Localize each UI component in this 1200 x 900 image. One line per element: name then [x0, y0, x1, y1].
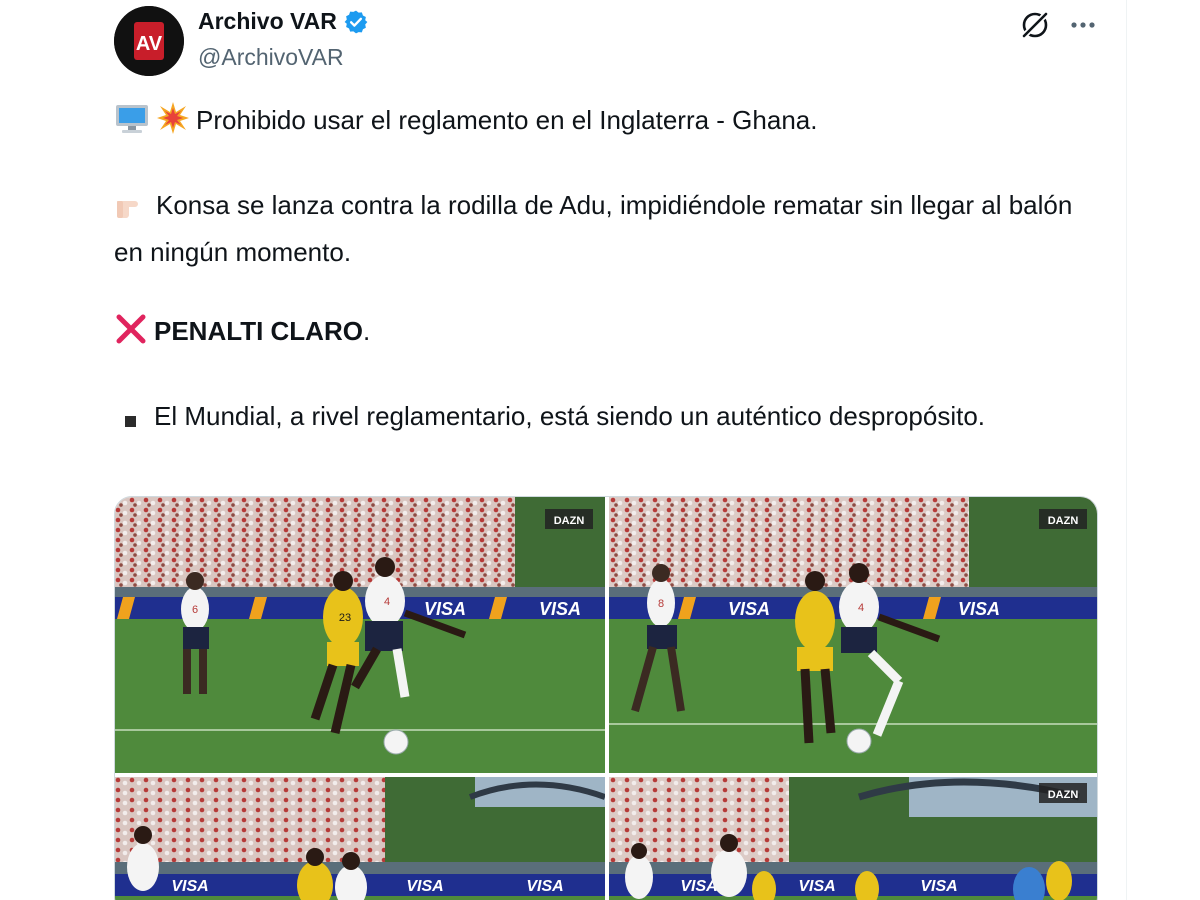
- media-image-2[interactable]: VISA VISA DAZN 8 4: [609, 497, 1097, 773]
- tweet-line-4-text: El Mundial, a rivel reglamentario, está …: [154, 401, 986, 431]
- board-visa-text: VISA: [539, 599, 581, 619]
- board-visa-text: VISA: [728, 599, 770, 619]
- shirt-number: 6: [192, 604, 198, 616]
- shirt-number: 4: [858, 602, 864, 614]
- shirt-number: 8: [658, 598, 664, 610]
- board-visa-text: VISA: [958, 599, 1000, 619]
- tweet-text: Prohibido usar el reglamento en el Ingla…: [114, 100, 1074, 481]
- shirt-number: 23: [339, 612, 351, 624]
- avatar[interactable]: AV: [114, 6, 184, 76]
- board-visa-text: VISA: [526, 878, 563, 895]
- tweet-line-2: Konsa se lanza contra la rodilla de Adu,…: [114, 185, 1074, 273]
- author-handle[interactable]: @ArchivoVAR: [198, 44, 344, 71]
- board-visa-text: VISA: [798, 878, 835, 895]
- broadcaster-logo: DAZN: [1048, 789, 1079, 801]
- more-options-icon[interactable]: [1068, 10, 1098, 40]
- penalty-claim-tail: .: [362, 316, 371, 346]
- board-visa-text: VISA: [424, 599, 466, 619]
- media-image-1[interactable]: VISA VISA DAZN 6 23 4: [115, 497, 605, 773]
- broadcaster-logo: DAZN: [1048, 515, 1079, 527]
- verified-badge-icon[interactable]: [343, 9, 369, 35]
- tweet-line-4: El Mundial, a rivel reglamentario, está …: [114, 396, 1074, 443]
- media-image-4[interactable]: DAZN VISA VISA VISA: [609, 777, 1097, 900]
- media-image-3[interactable]: VISA VISA VISA: [115, 777, 605, 900]
- shirt-number: 4: [384, 596, 390, 608]
- board-visa-text: VISA: [406, 878, 443, 895]
- black-square-icon: [114, 402, 148, 443]
- computer-icon: [114, 103, 150, 147]
- collision-icon: [156, 101, 190, 147]
- penalty-claim-text: PENALTI CLARO: [154, 316, 363, 346]
- tweet-line-1: Prohibido usar el reglamento en el Ingla…: [114, 100, 1074, 147]
- author-display-name[interactable]: Archivo VAR: [198, 8, 337, 35]
- tweet-line-2-text: Konsa se lanza contra la rodilla de Adu,…: [114, 190, 1073, 267]
- tweet-line-3: PENALTI CLARO.: [114, 311, 1074, 358]
- avatar-logo-text: AV: [136, 33, 163, 55]
- board-visa-text: VISA: [171, 878, 208, 895]
- cross-mark-icon: [114, 312, 148, 358]
- broadcaster-logo: DAZN: [554, 515, 585, 527]
- board-visa-text: VISA: [920, 878, 957, 895]
- tweet-line-1-text: Prohibido usar el reglamento en el Ingla…: [196, 105, 818, 135]
- timeline-divider: [1126, 0, 1127, 900]
- grok-icon[interactable]: [1018, 8, 1052, 42]
- pointing-hand-icon: [114, 191, 150, 232]
- media-grid[interactable]: VISA VISA DAZN 6 23 4 VISA VISA DAZN 8 4…: [114, 496, 1098, 900]
